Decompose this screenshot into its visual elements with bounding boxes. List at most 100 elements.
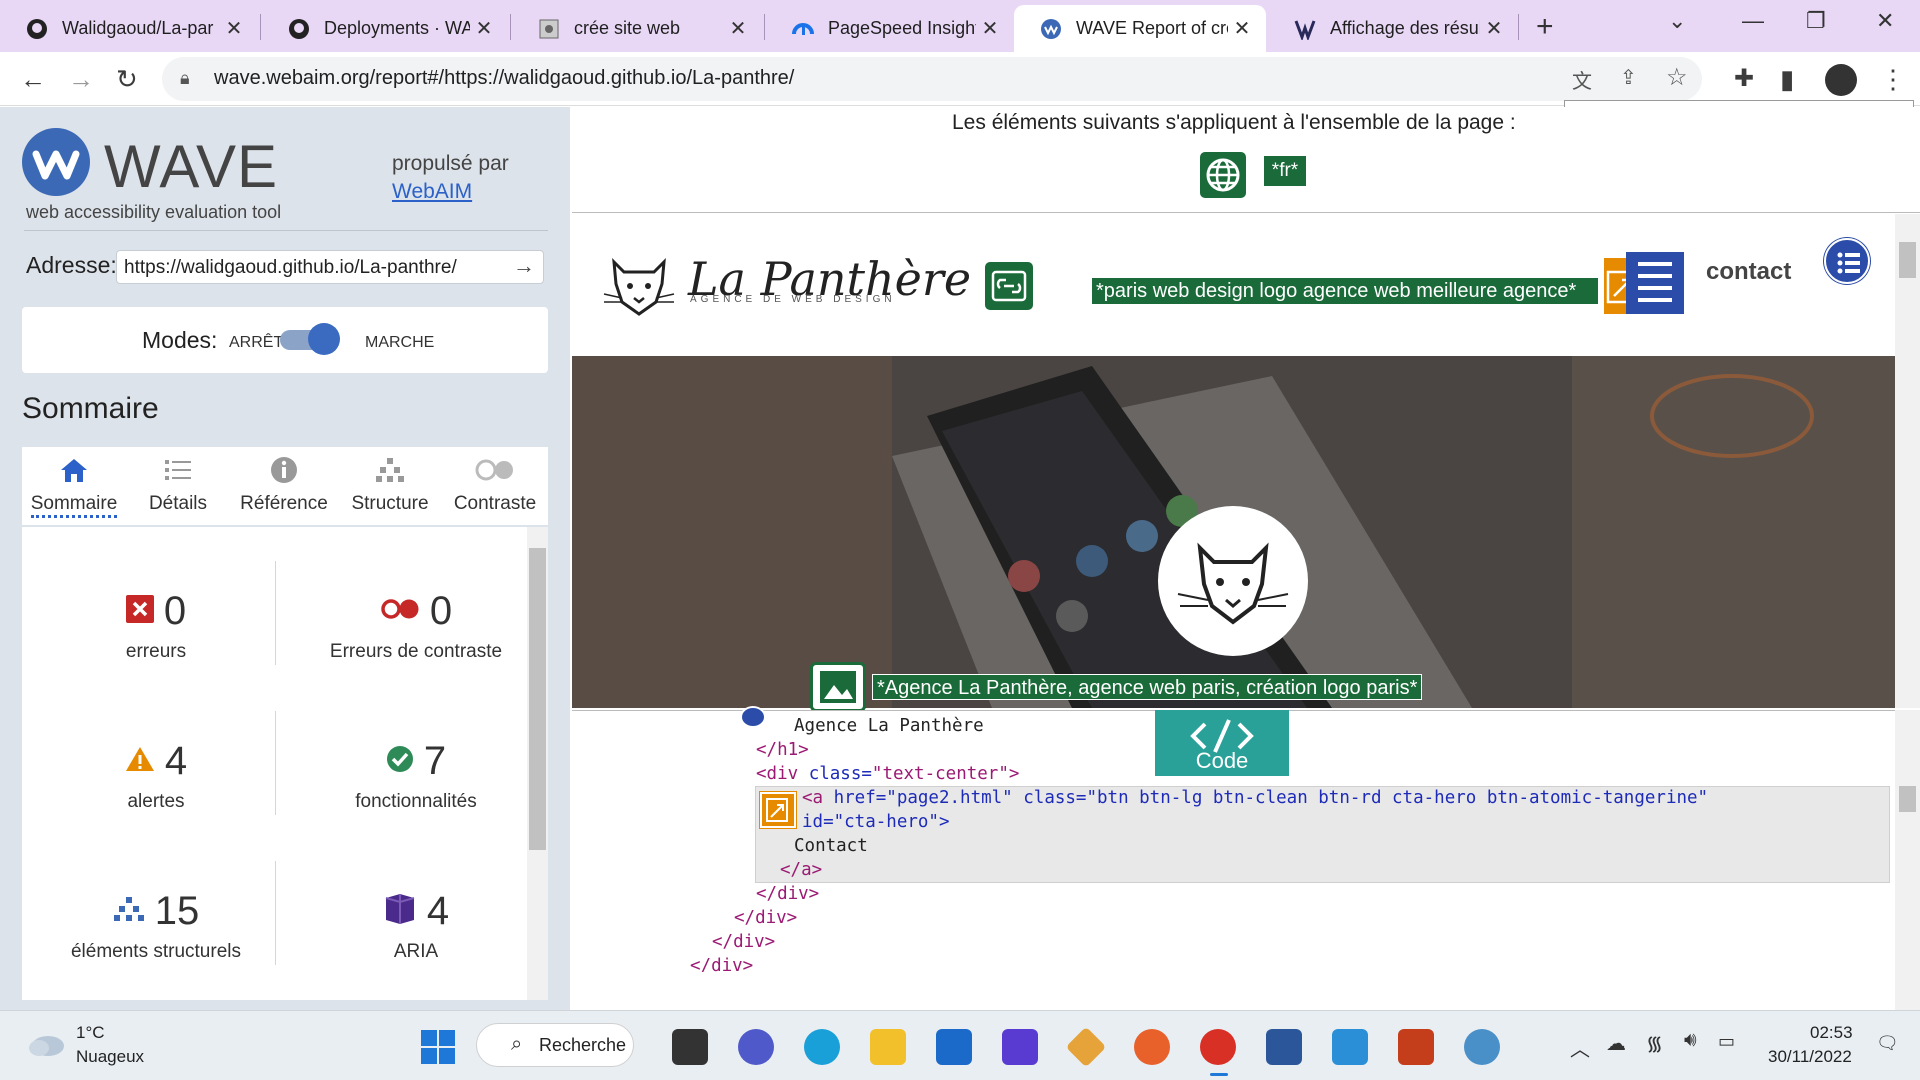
store-icon[interactable]	[936, 1029, 972, 1065]
stat-label: erreurs	[125, 641, 187, 662]
stat-structural[interactable]: 15 éléments structurels	[36, 887, 276, 963]
wave-title: WAVE	[104, 133, 279, 200]
toggle-knob[interactable]	[308, 323, 340, 355]
restore-button[interactable]: ❐	[1806, 8, 1826, 34]
volume-icon[interactable]: 🔊︎	[1684, 1029, 1697, 1052]
close-icon[interactable]: ✕	[470, 16, 498, 41]
close-icon[interactable]: ✕	[220, 16, 248, 41]
stat-value: 0	[163, 588, 187, 633]
stat-contrast-errors[interactable]: 0 Erreurs de contraste	[296, 587, 536, 663]
back-button[interactable]: ←	[20, 64, 46, 95]
mode-off-label[interactable]: ARRÊT	[229, 334, 283, 352]
wifi-icon[interactable]: ᯾	[1646, 1029, 1663, 1056]
chevron-up-icon[interactable]: ︿	[1570, 1033, 1590, 1062]
language-badge[interactable]: *fr*	[1264, 156, 1306, 186]
code-scrollbar-thumb[interactable]	[1899, 786, 1916, 812]
translate-icon[interactable]: 文	[1572, 65, 1592, 94]
address-input[interactable]: https://walidgaoud.github.io/La-panthre/…	[116, 250, 544, 284]
browser-tab[interactable]: PageSpeed Insights ✕	[766, 5, 1014, 52]
wave-icon	[1040, 18, 1062, 40]
vector-app-icon[interactable]	[1002, 1029, 1038, 1065]
tab-search-icon[interactable]: ⌄	[1668, 8, 1686, 34]
code-scrollbar[interactable]	[1895, 710, 1920, 1010]
stat-label: alertes	[127, 791, 185, 812]
stat-alerts[interactable]: 4 alertes	[36, 737, 276, 813]
tab-structure[interactable]: Structure	[338, 447, 442, 525]
firefox-icon[interactable]	[1134, 1029, 1170, 1065]
image-alt-feature-icon[interactable]	[810, 662, 866, 712]
validator-icon	[1294, 18, 1316, 40]
stat-errors[interactable]: 0 erreurs	[36, 587, 276, 663]
tab-title: WAVE Report of cré	[1076, 18, 1228, 38]
divider	[24, 230, 548, 231]
tab-reference[interactable]: Référence	[230, 447, 338, 525]
close-icon[interactable]: ✕	[724, 16, 752, 41]
clock-time[interactable]: 02:53	[1810, 1023, 1853, 1043]
vscode-icon[interactable]	[1332, 1029, 1368, 1065]
panel-scrollbar-thumb[interactable]	[529, 548, 546, 850]
edge-icon[interactable]	[804, 1029, 840, 1065]
stat-features[interactable]: 7 fonctionnalités	[296, 737, 536, 813]
task-view-icon[interactable]	[672, 1029, 708, 1065]
stat-aria[interactable]: 4 ARIA	[296, 887, 536, 963]
minimize-button[interactable]: —	[1742, 8, 1764, 34]
file-explorer-icon[interactable]	[870, 1029, 906, 1065]
browser-tab[interactable]: Deployments · WAl ✕	[262, 5, 508, 52]
close-icon[interactable]: ✕	[1228, 16, 1256, 41]
battery-icon[interactable]: ▭	[1718, 1031, 1735, 1052]
git-app-icon[interactable]	[1065, 1026, 1107, 1068]
windows-start-icon[interactable]	[420, 1029, 456, 1070]
tab-sommaire[interactable]: Sommaire	[22, 447, 126, 525]
avatar[interactable]	[1825, 64, 1857, 96]
tab-contrast[interactable]: Contraste	[442, 447, 548, 525]
link-feature-icon[interactable]	[985, 262, 1033, 310]
preview-scrollbar[interactable]	[1895, 214, 1920, 708]
window-close-button[interactable]: ✕	[1876, 8, 1894, 34]
webaim-link[interactable]: WebAIM	[392, 180, 472, 204]
language-globe-icon[interactable]	[1200, 152, 1246, 198]
mode-on-label[interactable]: MARCHE	[365, 334, 434, 352]
aria-menu-icon[interactable]	[1626, 252, 1684, 314]
lock-icon[interactable]: 🔒︎	[180, 68, 190, 89]
search-label: Recherche	[539, 1035, 627, 1055]
new-tab-button[interactable]: +	[1536, 10, 1554, 44]
close-icon[interactable]: ✕	[976, 16, 1004, 41]
preview-scrollbar-thumb[interactable]	[1899, 242, 1916, 278]
onedrive-icon[interactable]: ☁	[1606, 1031, 1626, 1056]
paint-icon[interactable]	[1464, 1029, 1500, 1065]
close-icon[interactable]: ✕	[1480, 16, 1508, 41]
bookmark-star-icon[interactable]: ☆	[1666, 63, 1688, 92]
browser-tab[interactable]: crée site web ✕	[512, 5, 762, 52]
word-icon[interactable]	[1266, 1029, 1302, 1065]
menu-kebab-icon[interactable]: ⋮	[1880, 64, 1906, 95]
site-contact-link[interactable]: contact	[1706, 258, 1791, 286]
code-toggle-button[interactable]: Code	[1155, 710, 1289, 776]
alert-link-icon[interactable]	[760, 792, 796, 828]
code-line: id="cta-hero">	[802, 812, 950, 832]
side-panel-icon[interactable]: ▮	[1780, 64, 1794, 95]
stat-label: éléments structurels	[70, 941, 241, 962]
browser-tab[interactable]: Affichage des résul ✕	[1268, 5, 1518, 52]
forward-button[interactable]: →	[68, 64, 94, 95]
share-icon[interactable]: ⇪	[1620, 65, 1637, 90]
code-line: <div class="text-center">	[756, 764, 1019, 784]
taskbar-search[interactable]: ⌕ Recherche	[476, 1023, 634, 1067]
tab-details[interactable]: Détails	[126, 447, 230, 525]
browser-tab[interactable]: Walidgaoud/La-par ✕	[0, 5, 258, 52]
chrome-icon[interactable]	[1200, 1029, 1236, 1065]
heading-structure-icon[interactable]	[740, 706, 766, 728]
arrow-right-icon[interactable]: →	[513, 253, 535, 279]
extensions-icon[interactable]: ✚	[1734, 64, 1754, 93]
chat-icon[interactable]	[738, 1029, 774, 1065]
address-bar[interactable]: 🔒︎ wave.webaim.org/report#/https://walid…	[162, 57, 1702, 101]
browser-tab-active[interactable]: WAVE Report of cré ✕	[1014, 5, 1266, 52]
clock-date[interactable]: 30/11/2022	[1768, 1047, 1852, 1067]
reload-button[interactable]: ↻	[116, 64, 138, 95]
powerpoint-icon[interactable]	[1398, 1029, 1434, 1065]
stat-label: ARIA	[393, 941, 439, 962]
notification-icon[interactable]: 🗨︎	[1876, 1033, 1899, 1054]
code-line: </a>	[780, 860, 823, 880]
stat-value: 15	[154, 888, 200, 933]
tab-title: Deployments · WAl	[324, 18, 470, 38]
list-structure-icon[interactable]	[1824, 238, 1870, 284]
